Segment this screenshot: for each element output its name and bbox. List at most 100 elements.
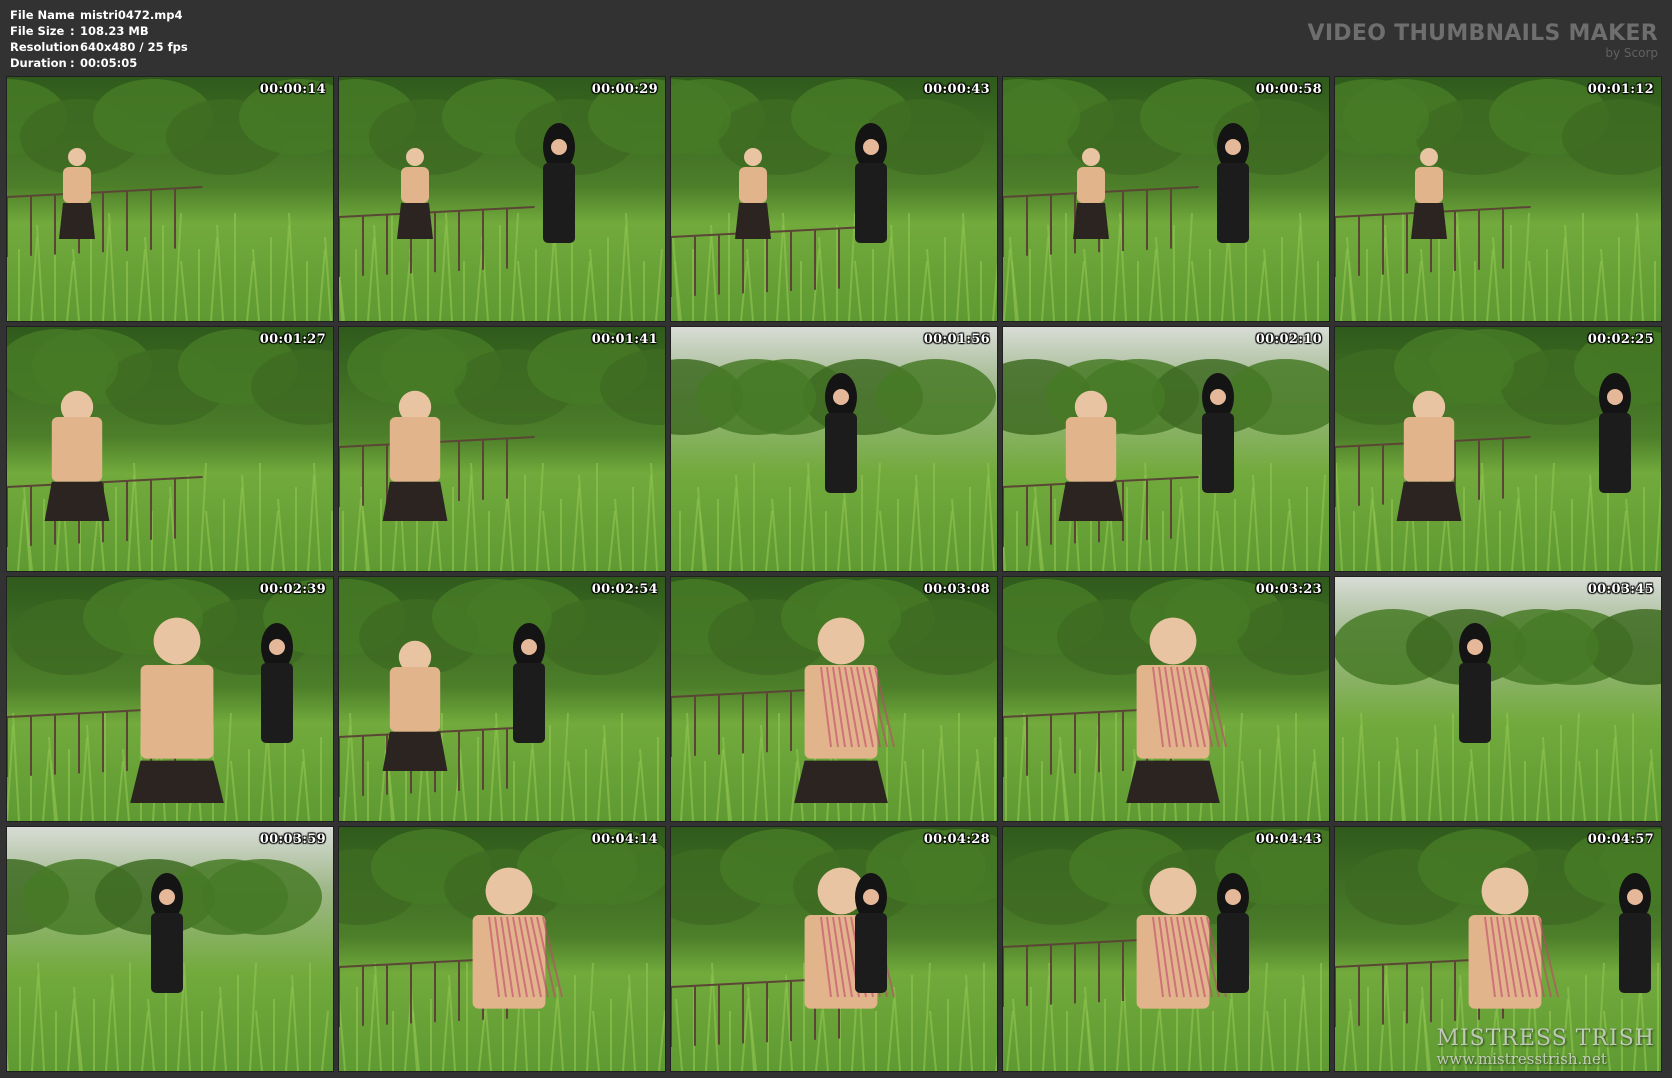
dark-dress — [151, 913, 183, 993]
video-thumbnail: 00:00:29 — [339, 77, 665, 321]
person-skirt — [382, 481, 448, 521]
person-torso — [1077, 167, 1105, 203]
thumbnail-frame — [1003, 577, 1329, 821]
dark-dress — [825, 413, 857, 493]
dark-dress — [1202, 413, 1234, 493]
dark-dress — [1217, 913, 1249, 993]
person-skirt — [44, 481, 110, 521]
video-thumbnail: 00:04:57 MISTRESS TRISH www.mistresstrish.… — [1335, 827, 1661, 1071]
video-thumbnail: 00:03:23 — [1003, 577, 1329, 821]
timestamp-label: 00:01:56 — [923, 332, 990, 347]
person-skirt — [130, 760, 224, 803]
person-head — [1607, 389, 1623, 405]
dark-dress — [1217, 163, 1249, 243]
person-head — [269, 639, 285, 655]
video-thumbnail: 00:04:14 — [339, 827, 665, 1071]
timestamp-label: 00:04:57 — [1587, 832, 1654, 847]
person-head — [863, 889, 879, 905]
person-skirt — [1073, 203, 1109, 239]
thumbnail-frame — [1003, 827, 1329, 1071]
person-head — [485, 867, 533, 915]
video-thumbnail: 00:01:27 — [7, 327, 333, 571]
person-skirt — [1126, 760, 1220, 803]
person-skirt — [735, 203, 771, 239]
person-torso — [1403, 417, 1455, 482]
video-thumbnail: 00:01:41 — [339, 327, 665, 571]
person-torso — [1065, 417, 1117, 482]
thumbnail-frame — [1335, 327, 1661, 571]
dark-dress — [1599, 413, 1631, 493]
person-head — [1149, 617, 1197, 665]
person-torso — [401, 167, 429, 203]
foliage — [696, 359, 816, 435]
timestamp-label: 00:03:45 — [1587, 582, 1654, 597]
timestamp-label: 00:03:59 — [259, 832, 326, 847]
person-head — [817, 617, 865, 665]
person-skirt — [1396, 481, 1462, 521]
person-torso — [140, 665, 214, 759]
thumbnail-frame — [671, 77, 997, 321]
person-torso — [1415, 167, 1443, 203]
thumbnail-frame — [671, 327, 997, 571]
timestamp-label: 00:01:12 — [1587, 82, 1654, 97]
video-thumbnail: 00:00:58 — [1003, 77, 1329, 321]
timestamp-label: 00:00:29 — [591, 82, 658, 97]
thumbnail-frame — [339, 77, 665, 321]
watermark-name: MISTRESS TRISH — [1436, 1026, 1655, 1051]
thumbnail-grid: 00:00:14 00:00:29 00:00:43 00:00:58 00:01:12… — [0, 0, 1672, 1078]
timestamp-label: 00:04:28 — [923, 832, 990, 847]
thumbnail-frame — [1003, 77, 1329, 321]
timestamp-label: 00:00:43 — [923, 82, 990, 97]
video-thumbnail: 00:02:54 — [339, 577, 665, 821]
person-head — [1082, 148, 1100, 166]
timestamp-label: 00:02:54 — [591, 582, 658, 597]
person-head — [1225, 139, 1241, 155]
thumbnail-frame — [1335, 77, 1661, 321]
person-torso — [389, 667, 441, 732]
watermark: MISTRESS TRISH www.mistresstrish.net — [1436, 1026, 1655, 1068]
foliage — [539, 599, 659, 675]
foliage — [1479, 609, 1599, 685]
video-thumbnail: 00:01:12 — [1335, 77, 1661, 321]
timestamp-label: 00:02:25 — [1587, 332, 1654, 347]
person-head — [551, 139, 567, 155]
person-skirt — [59, 203, 95, 239]
thumbnail-frame — [671, 827, 997, 1071]
person-head — [1225, 889, 1241, 905]
timestamp-label: 00:00:58 — [1255, 82, 1322, 97]
video-thumbnail: 00:00:14 — [7, 77, 333, 321]
thumbnail-frame — [339, 577, 665, 821]
person-torso — [51, 417, 103, 482]
person-torso — [739, 167, 767, 203]
thumbnail-frame — [339, 827, 665, 1071]
video-thumbnail: 00:02:39 — [7, 577, 333, 821]
video-thumbnail: 00:03:45 — [1335, 577, 1661, 821]
person-head — [68, 148, 86, 166]
timestamp-label: 00:04:43 — [1255, 832, 1322, 847]
thumbnail-frame — [7, 77, 333, 321]
video-thumbnail: 00:04:28 — [671, 827, 997, 1071]
person-head — [406, 148, 424, 166]
dark-dress — [1459, 663, 1491, 743]
video-thumbnail: 00:03:59 — [7, 827, 333, 1071]
person-head — [1467, 639, 1483, 655]
thumbnail-frame — [339, 327, 665, 571]
person-skirt — [794, 760, 888, 803]
thumbnail-frame — [1335, 577, 1661, 821]
dark-dress — [543, 163, 575, 243]
thumbnail-frame — [7, 577, 333, 821]
person-skirt — [1058, 481, 1124, 521]
person-head — [1210, 389, 1226, 405]
person-skirt — [382, 731, 448, 771]
foliage — [1394, 329, 1514, 405]
person-head — [153, 617, 201, 665]
person-head — [744, 148, 762, 166]
timestamp-label: 00:03:23 — [1255, 582, 1322, 597]
timestamp-label: 00:02:39 — [259, 582, 326, 597]
dark-dress — [261, 663, 293, 743]
video-thumbnail: 00:02:25 — [1335, 327, 1661, 571]
dark-dress — [855, 913, 887, 993]
foliage — [876, 359, 996, 435]
dark-dress — [513, 663, 545, 743]
video-thumbnail: 00:01:56 — [671, 327, 997, 571]
